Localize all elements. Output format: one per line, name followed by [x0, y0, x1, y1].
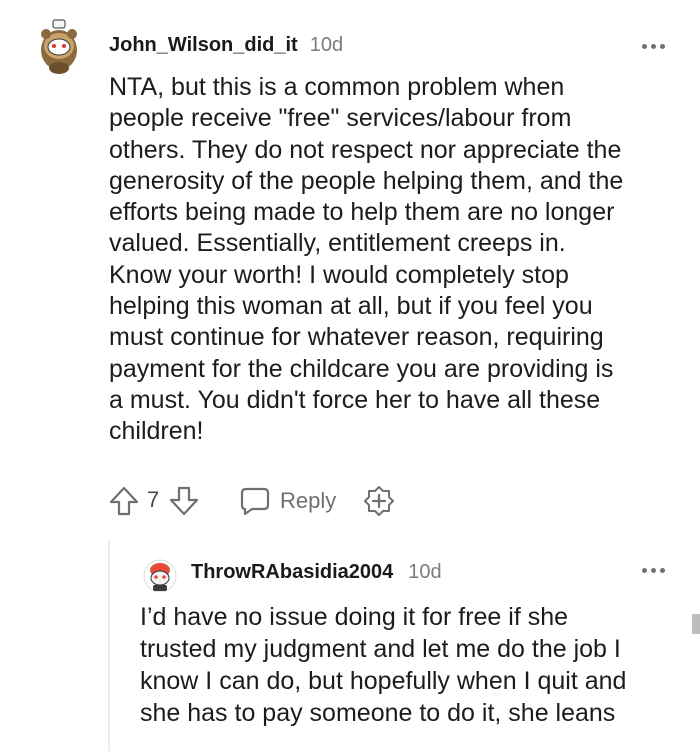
- comment-line: Know your worth! I would completely stop: [109, 260, 569, 289]
- award-plus-icon[interactable]: [363, 485, 395, 517]
- upvote-icon[interactable]: [108, 485, 140, 517]
- reply-line: trusted my judgment and let me do the jo…: [140, 635, 621, 663]
- reply-header: ThrowRAbasidia2004 10d: [191, 561, 442, 587]
- comment-line: payment for the childcare you are provid…: [109, 354, 614, 383]
- comment-username[interactable]: John_Wilson_did_it: [109, 34, 298, 57]
- reply-line: she has to pay someone to do it, she lea…: [140, 699, 616, 727]
- comment-line: a must. You didn't force her to have all…: [109, 385, 601, 414]
- comment-body: NTA, but this is a common problem when p…: [109, 72, 679, 448]
- reply-timestamp: 10d: [408, 561, 442, 583]
- more-options-icon[interactable]: [642, 566, 668, 576]
- comment-line: must continue for whatever reason, requi…: [109, 323, 604, 352]
- reply-line: I’d have no issue doing it for free if s…: [140, 603, 569, 631]
- comment-line: children!: [109, 417, 204, 446]
- comment-timestamp: 10d: [309, 34, 344, 56]
- reply-body: I’d have no issue doing it for free if s…: [140, 601, 680, 729]
- comment-line: others. They do not respect nor apprecia…: [109, 135, 622, 164]
- comment-line: helping this woman at all, but if you fe…: [109, 292, 593, 321]
- thread-line[interactable]: [108, 540, 110, 751]
- reply-button[interactable]: Reply: [240, 485, 336, 517]
- comment-line: generosity of the people helping them, a…: [109, 166, 624, 195]
- vote-count: 7: [147, 487, 160, 512]
- reply-bubble-icon: [240, 487, 270, 515]
- reply-user-avatar[interactable]: [141, 556, 179, 594]
- comment-thread: John_Wilson_did_it 10d NTA, but this is …: [0, 0, 700, 751]
- more-options-icon[interactable]: [642, 42, 668, 52]
- scrollbar-thumb[interactable]: [692, 614, 700, 634]
- comment-line: people receive "free" services/labour fr…: [109, 104, 572, 133]
- reply-label: Reply: [280, 488, 337, 513]
- reply-username[interactable]: ThrowRAbasidia2004: [191, 561, 393, 584]
- reply-line: know I can do, but hopefully when I quit…: [140, 667, 627, 695]
- user-avatar[interactable]: [36, 16, 82, 78]
- comment-line: efforts being made to help them are no l…: [109, 198, 615, 227]
- comment-line: NTA, but this is a common problem when: [109, 73, 565, 101]
- comment-header: John_Wilson_did_it 10d: [109, 34, 343, 60]
- downvote-icon[interactable]: [168, 485, 200, 517]
- comment-line: valued. Essentially, entitlement creeps …: [109, 229, 566, 258]
